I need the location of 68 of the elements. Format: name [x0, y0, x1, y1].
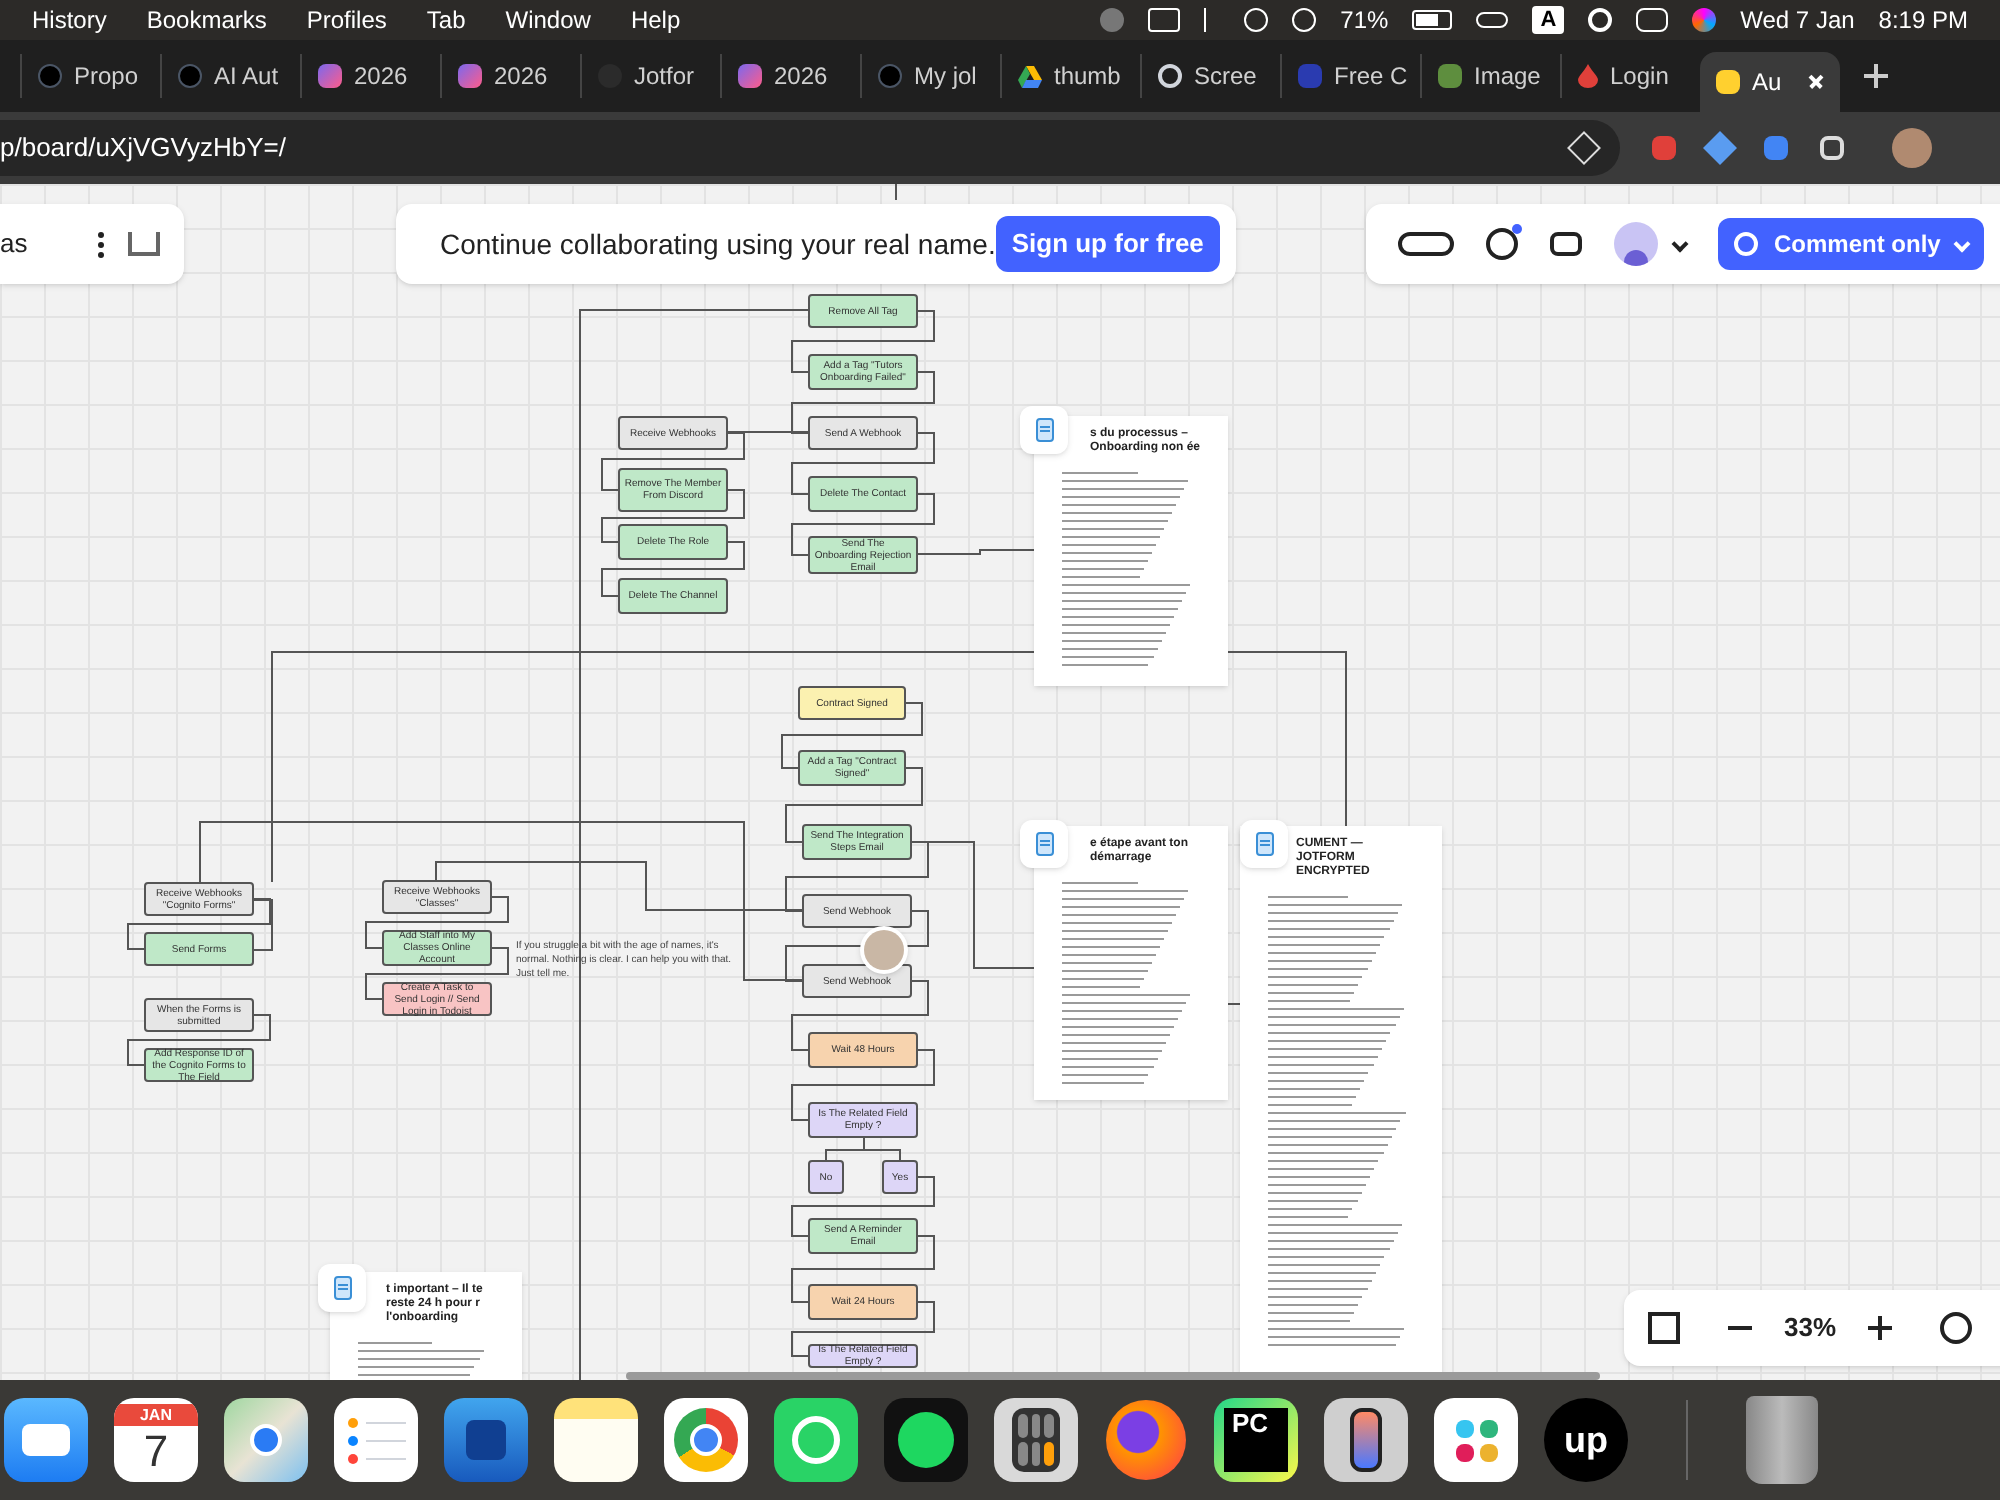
more-icon[interactable] [98, 231, 104, 257]
avatar-cursor [860, 926, 908, 974]
phone-icon[interactable] [1324, 1398, 1408, 1482]
zoom-in-icon[interactable] [1868, 1316, 1893, 1340]
browser-tab[interactable]: Au [1700, 52, 1840, 112]
calendar-icon[interactable]: JAN 7 [114, 1398, 198, 1482]
calculator-icon[interactable] [994, 1398, 1078, 1482]
document-icon [318, 1264, 366, 1312]
signup-button[interactable]: Sign up for free [995, 216, 1220, 272]
browser-tab[interactable]: Scree [1140, 54, 1280, 98]
app-icon [1298, 64, 1322, 88]
board-name[interactable]: as [0, 224, 28, 264]
zoom-level[interactable]: 33% [1784, 1308, 1837, 1348]
drop-icon [1578, 64, 1598, 88]
maps-icon[interactable] [224, 1398, 308, 1482]
drive-icon [1018, 65, 1042, 87]
word-icon[interactable] [444, 1398, 528, 1482]
translate-icon[interactable] [1764, 136, 1788, 160]
reminders-icon[interactable] [334, 1398, 418, 1482]
battery-percentage: 71% [1340, 4, 1389, 38]
battery-icon[interactable] [1412, 10, 1453, 30]
menu-item[interactable]: Profiles [306, 2, 387, 38]
browser-tab[interactable]: Jotfor [580, 54, 720, 98]
scrollbar[interactable] [626, 1372, 1600, 1380]
document-icon [1020, 406, 1068, 454]
slack-icon[interactable] [1434, 1398, 1518, 1482]
notes-icon[interactable] [554, 1398, 638, 1482]
chrome-icon[interactable] [664, 1398, 748, 1482]
browser-tab[interactable]: thumb [1000, 54, 1140, 98]
mail-icon[interactable] [4, 1398, 88, 1482]
trash-icon[interactable] [1746, 1396, 1818, 1484]
bag-icon [1438, 64, 1462, 88]
upload-icon[interactable] [128, 232, 160, 256]
browser-tab[interactable]: Free C [1280, 54, 1420, 98]
document-icon [1240, 820, 1288, 868]
app-icon [738, 64, 762, 88]
input-source[interactable]: A [1532, 6, 1565, 34]
browser-tab[interactable]: 2026 [720, 54, 860, 98]
profile-avatar[interactable] [1892, 128, 1932, 168]
time[interactable]: 8:19 PM [1878, 2, 1968, 38]
date[interactable]: Wed 7 Jan [1740, 2, 1855, 38]
address-field[interactable]: p/board/uXjVGVyzHbY=/ [0, 120, 1620, 176]
comment-only-button[interactable]: Comment only [1718, 218, 1985, 270]
extension-icon[interactable] [1652, 136, 1676, 160]
browser-tab[interactable]: 2026 [440, 54, 580, 98]
user-avatar[interactable] [1614, 222, 1658, 266]
board-icon [1716, 70, 1740, 94]
pycharm-icon[interactable]: PC [1214, 1398, 1298, 1482]
whatsapp-icon[interactable] [774, 1398, 858, 1482]
menu-item[interactable]: Bookmarks [146, 2, 267, 38]
document-icon [1020, 820, 1068, 868]
browser-tab[interactable]: AI Aut [160, 54, 300, 98]
browser-tab[interactable]: My jol [860, 54, 1000, 98]
menu-item[interactable]: Tab [426, 2, 466, 38]
browser-tab[interactable]: Image [1420, 54, 1560, 98]
menu-item[interactable]: Window [505, 2, 591, 38]
siri-icon[interactable] [1692, 8, 1717, 32]
close-icon[interactable] [1808, 74, 1824, 90]
app-icon [458, 64, 482, 88]
menu-item[interactable]: History [32, 2, 107, 38]
browser-tab[interactable]: 2026 [300, 54, 440, 98]
menu-item[interactable]: Help [630, 2, 681, 38]
upwork-icon[interactable]: up [1544, 1398, 1628, 1482]
spotify-icon[interactable] [884, 1398, 968, 1482]
app-icon [318, 64, 342, 88]
new-tab-icon[interactable] [1864, 64, 1888, 88]
browser-tab[interactable]: Propo [20, 54, 160, 98]
banner-text: Continue collaborating using your real name. [440, 225, 996, 264]
